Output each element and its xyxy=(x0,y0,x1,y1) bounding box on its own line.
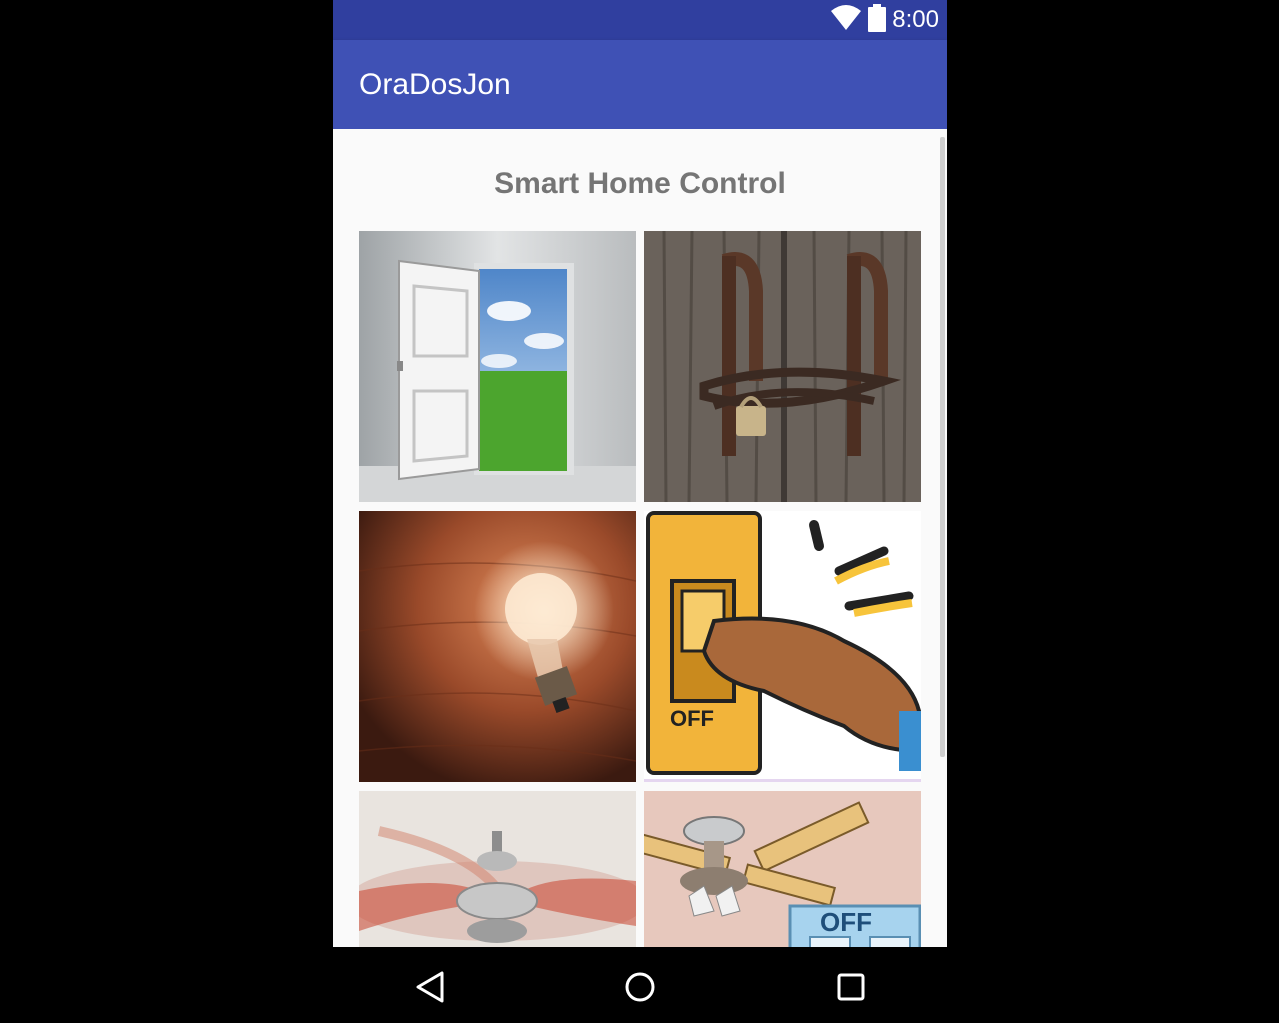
app-title: OraDosJon xyxy=(359,68,511,101)
recents-icon xyxy=(837,973,865,1001)
light-switch-off-image: OFF xyxy=(644,511,921,782)
open-door-image xyxy=(359,231,636,502)
wifi-icon xyxy=(830,4,862,36)
battery-icon xyxy=(868,3,887,37)
ceiling-fan-off-image: OFF xyxy=(644,791,921,947)
light-on-tile[interactable] xyxy=(359,511,636,782)
main-content[interactable]: Smart Home Control OFF OFF xyxy=(333,129,947,947)
light-off-caption: OFF xyxy=(670,706,714,731)
chained-lock-image xyxy=(644,231,921,502)
recents-button[interactable] xyxy=(831,967,871,1007)
back-button[interactable] xyxy=(410,967,450,1007)
app-bar: OraDosJon xyxy=(333,40,947,129)
status-clock: 8:00 xyxy=(892,6,939,33)
fan-off-caption: OFF xyxy=(820,907,872,937)
home-button[interactable] xyxy=(620,967,660,1007)
spinning-fan-image xyxy=(359,791,636,947)
locked-door-tile[interactable] xyxy=(644,231,921,502)
back-icon xyxy=(416,971,444,1003)
fan-off-tile[interactable]: OFF xyxy=(644,791,921,947)
page-heading: Smart Home Control xyxy=(494,167,786,200)
phone-screen: 8:00 OraDosJon Smart Home Control OFF OF… xyxy=(333,0,947,1023)
light-off-tile[interactable]: OFF xyxy=(644,511,921,782)
status-bar: 8:00 xyxy=(333,0,947,40)
light-bulb-image xyxy=(359,511,636,782)
fan-on-tile[interactable] xyxy=(359,791,636,947)
navigation-bar xyxy=(333,947,947,1023)
scrollbar[interactable] xyxy=(940,137,945,757)
open-door-tile[interactable] xyxy=(359,231,636,502)
home-icon xyxy=(625,972,655,1002)
